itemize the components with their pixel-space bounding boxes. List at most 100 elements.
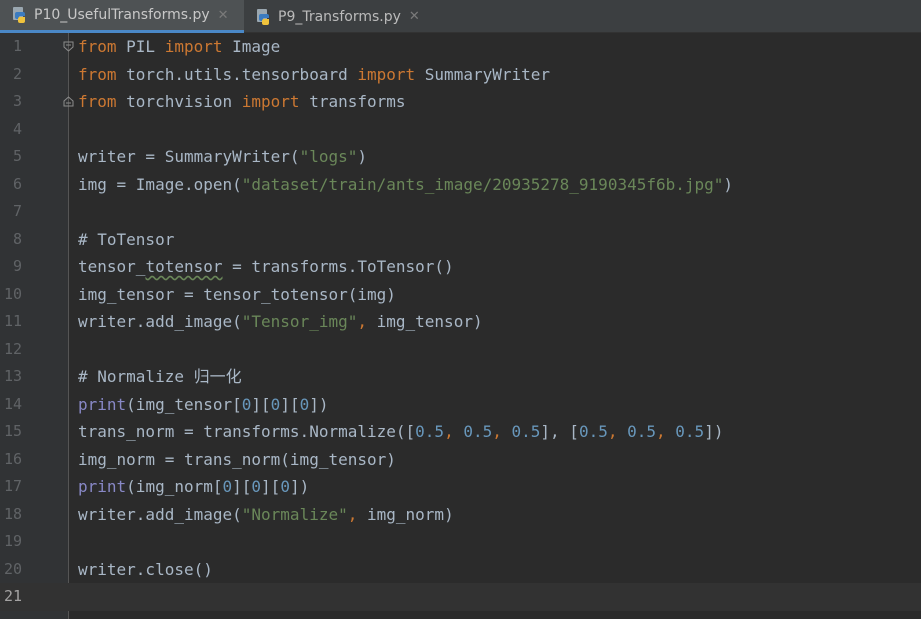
tab-label: P9_Transforms.py [278, 8, 401, 25]
line-number: 10 [3, 284, 22, 303]
code-text: print(img_norm[0][0][0]) [78, 473, 309, 501]
line-number: 3 [12, 92, 22, 110]
code-text: writer.add_image("Normalize", img_norm) [78, 501, 454, 529]
line-number: 1 [12, 37, 22, 55]
code-line[interactable]: 2 from torch.utils.tensorboard import Su… [0, 61, 921, 89]
identifier: ][ [251, 394, 271, 414]
code-line[interactable]: 16 img_norm = trans_norm(img_tensor) [0, 446, 921, 474]
identifier: ][ [261, 477, 281, 496]
line-number: 5 [12, 147, 22, 165]
string-literal: "Normalize" [241, 504, 348, 524]
line-number: 18 [3, 504, 22, 523]
number: 0.5 [463, 422, 493, 441]
code-text: from torch.utils.tensorboard import Summ… [78, 61, 550, 89]
identifier: ][ [232, 477, 252, 496]
line-number: 14 [3, 394, 22, 413]
number: 0.5 [675, 422, 705, 441]
identifier: img = Image.open( [78, 174, 242, 194]
code-line[interactable]: 4 [0, 116, 921, 144]
python-file-icon [257, 8, 269, 25]
number: 0.5 [511, 422, 541, 441]
identifier: img_norm) [367, 504, 454, 524]
number: 0.5 [627, 422, 657, 441]
keyword: from [78, 64, 117, 84]
code-line[interactable]: 11 writer.add_image("Tensor_img", img_te… [0, 308, 921, 336]
identifier: = transforms.ToTensor() [222, 257, 454, 276]
code-text: img_tensor = tensor_totensor(img) [78, 284, 396, 304]
identifier: ]) [289, 477, 310, 496]
code-text: writer = SummaryWriter("logs") [78, 143, 367, 171]
code-line[interactable]: 8 # ToTensor [0, 226, 921, 254]
code-line[interactable]: 3 from torchvision import transforms [0, 88, 921, 116]
identifier: writer = SummaryWriter( [78, 147, 300, 166]
code-line[interactable]: 12 [0, 336, 921, 364]
code-text: from PIL import Image [78, 33, 280, 61]
code-text: print(img_tensor[0][0][0]) [78, 391, 328, 419]
identifier: SummaryWriter [415, 64, 551, 84]
keyword: import [241, 92, 300, 111]
code-line[interactable]: 19 [0, 528, 921, 556]
identifier: PIL [116, 37, 165, 56]
identifier: torchvision [116, 92, 242, 111]
code-text: img = Image.open("dataset/train/ants_ima… [78, 171, 733, 199]
comment: # Normalize 归一化 [78, 367, 242, 386]
keyword: from [78, 37, 117, 56]
identifier: ]) [704, 422, 724, 441]
identifier: (img_norm[ [126, 477, 223, 496]
identifier: tensor_ [78, 257, 146, 276]
ide-window: P10_UsefulTransforms.py ✕ P9_Transforms.… [0, 0, 921, 619]
code-line[interactable]: 20 writer.close() [0, 556, 921, 584]
keyword: import [357, 64, 416, 84]
code-text: from torchvision import transforms [78, 88, 406, 116]
code-line[interactable]: 17 print(img_norm[0][0][0]) [0, 473, 921, 501]
identifier: ][ [280, 394, 300, 414]
identifier: trans_norm = transforms.Normalize([ [78, 422, 416, 441]
identifier: ]) [309, 394, 329, 414]
code-text: trans_norm = transforms.Normalize([0.5, … [78, 418, 723, 446]
number: 0 [222, 477, 233, 496]
identifier: transforms [299, 92, 406, 111]
code-line[interactable]: 14 print(img_tensor[0][0][0]) [0, 391, 921, 419]
code-line[interactable]: 18 writer.add_image("Normalize", img_nor… [0, 501, 921, 529]
code-line[interactable]: 1 from PIL import Image [0, 33, 921, 61]
string-literal: "dataset/train/ants_image/20935278_91903… [241, 174, 724, 194]
line-number: 4 [12, 119, 22, 138]
code-line[interactable]: 5 writer = SummaryWriter("logs") [0, 143, 921, 171]
typo-underlined-word: totensor [145, 257, 223, 276]
punctuation: , [347, 504, 367, 524]
tab-p10-usefultransforms[interactable]: P10_UsefulTransforms.py ✕ [0, 0, 244, 33]
punctuation: , [607, 422, 628, 441]
code-line[interactable]: 9 tensor_totensor = transforms.ToTensor(… [0, 253, 921, 281]
punctuation: , [357, 312, 377, 331]
punctuation: , [656, 422, 676, 441]
close-tab-icon[interactable]: ✕ [218, 9, 229, 22]
string-literal: "logs" [299, 147, 358, 166]
code-line[interactable]: 7 [0, 198, 921, 226]
code-line[interactable]: 13 # Normalize 归一化 [0, 363, 921, 391]
code-line[interactable]: 15 trans_norm = transforms.Normalize([ 0.… [0, 418, 921, 446]
code-editor[interactable]: 1 from PIL import Image 2 from torch.uti… [0, 33, 921, 619]
line-number: 2 [12, 64, 22, 83]
builtin: print [78, 394, 127, 414]
line-number: 6 [12, 174, 22, 193]
punctuation: , [492, 422, 512, 441]
line-number: 13 [3, 367, 22, 385]
line-number: 9 [12, 257, 22, 275]
current-code-line[interactable]: 21 [0, 583, 921, 611]
number: 0 [280, 477, 290, 496]
identifier: writer.add_image( [78, 504, 242, 524]
number: 0 [270, 394, 281, 414]
identifier: (img_tensor[ [126, 394, 242, 414]
identifier: ], [ [540, 422, 579, 441]
line-number: 11 [3, 312, 22, 330]
code-text: tensor_totensor = transforms.ToTensor() [78, 253, 454, 281]
editor-tab-bar: P10_UsefulTransforms.py ✕ P9_Transforms.… [0, 0, 921, 33]
line-number: 15 [3, 422, 22, 440]
tab-p9-transforms[interactable]: P9_Transforms.py ✕ [244, 0, 434, 33]
close-tab-icon[interactable]: ✕ [409, 10, 420, 23]
line-number: 16 [3, 449, 22, 468]
code-text: writer.close() [78, 559, 213, 579]
code-line[interactable]: 6 img = Image.open("dataset/train/ants_i… [0, 171, 921, 199]
code-line[interactable]: 10 img_tensor = tensor_totensor(img) [0, 281, 921, 309]
keyword: from [78, 92, 117, 111]
